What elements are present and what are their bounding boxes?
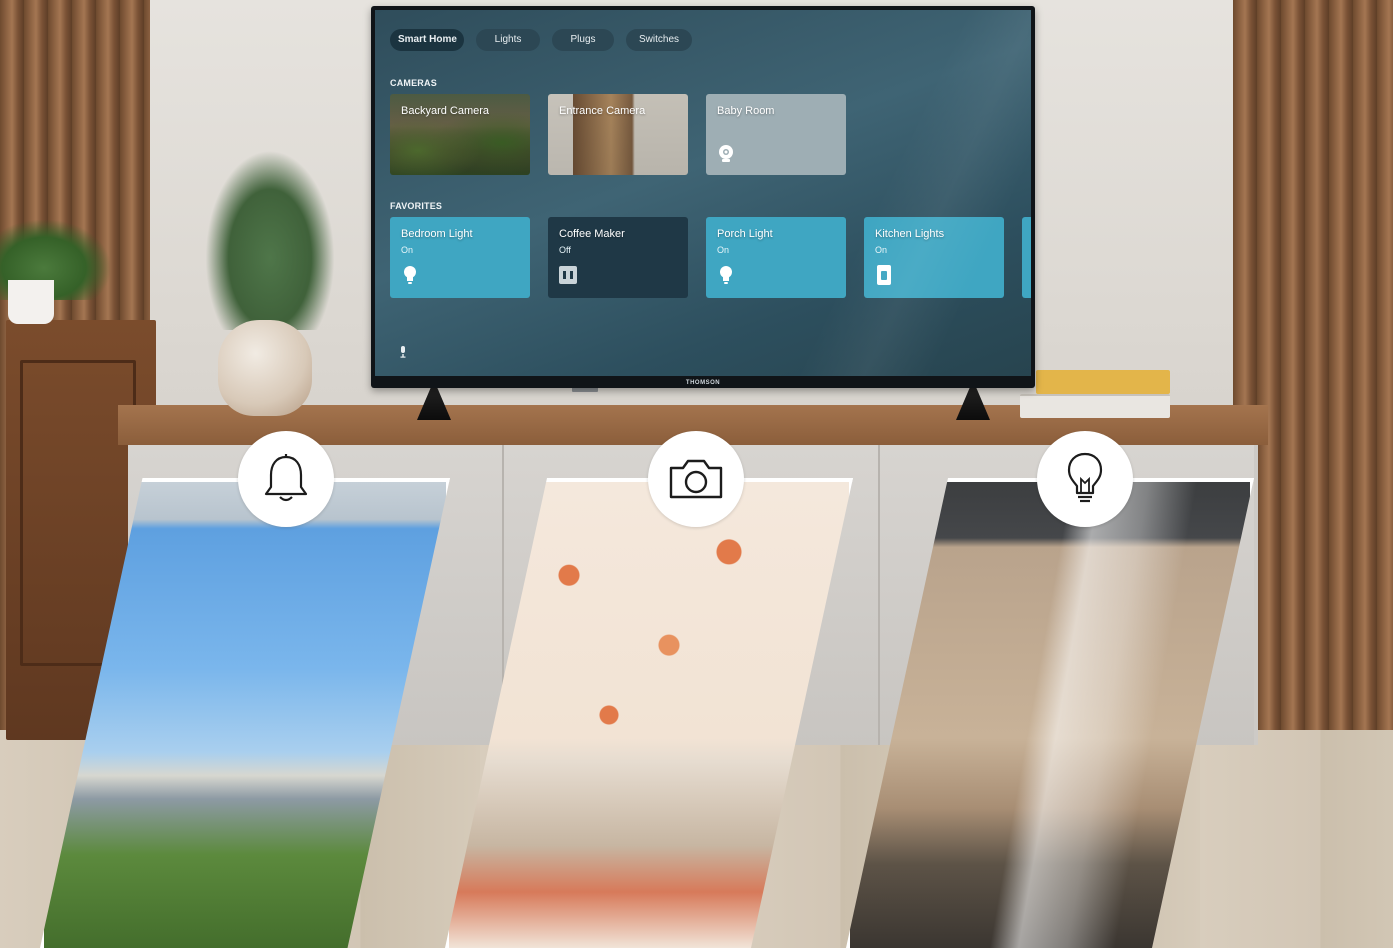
tab-plugs[interactable]: Plugs — [552, 29, 614, 51]
bell-feature-badge — [238, 431, 334, 527]
favorite-tile-coffee-maker[interactable]: Coffee Maker Off — [548, 217, 688, 298]
plant — [205, 150, 335, 330]
favorite-tile-bedroom-light[interactable]: Bedroom Light On — [390, 217, 530, 298]
camera-card-backyard[interactable]: Backyard Camera — [390, 94, 530, 175]
lightbulb-icon — [404, 266, 416, 284]
tab-smart-home[interactable]: Smart Home — [390, 29, 464, 51]
television: Smart Home Lights Plugs Switches CAMERAS… — [371, 6, 1035, 388]
section-favorites-label: FAVORITES — [390, 201, 443, 211]
microphone-icon[interactable] — [399, 346, 407, 358]
camera-feature-badge — [648, 431, 744, 527]
favorite-tile-title: Kitchen Lights — [875, 228, 945, 240]
favorite-tile-status: On — [875, 245, 888, 255]
section-cameras-label: CAMERAS — [390, 78, 437, 88]
lightbulb-icon — [1067, 452, 1103, 503]
favorite-tile-status: On — [401, 245, 414, 255]
tab-bar: Smart Home Lights Plugs Switches — [390, 29, 692, 51]
tab-switches[interactable]: Switches — [626, 29, 692, 51]
camera-card-baby-room[interactable]: Baby Room — [706, 94, 846, 175]
bell-icon — [264, 454, 308, 502]
lightbulb-icon — [720, 266, 732, 284]
tv-brand-logo: THOMSON — [685, 380, 721, 386]
book — [1020, 394, 1170, 418]
book — [1036, 370, 1170, 394]
favorite-tile-status: Off — [559, 245, 571, 255]
camera-card-title: Entrance Camera — [559, 105, 646, 117]
vase — [218, 320, 312, 416]
camera-icon — [669, 459, 723, 499]
left-pot — [8, 280, 54, 324]
favorite-tile-title: Porch Light — [717, 228, 773, 240]
camera-device-icon — [719, 145, 733, 162]
book-stack — [1020, 370, 1170, 418]
plug-icon — [559, 266, 577, 284]
camera-card-title: Baby Room — [717, 105, 775, 117]
favorite-tile-title: Coffee Maker — [559, 228, 625, 240]
favorite-tile-porch-light[interactable]: Porch Light On — [706, 217, 846, 298]
tab-lights[interactable]: Lights — [476, 29, 540, 51]
lightbulb-feature-badge — [1037, 431, 1133, 527]
tv-screen: Smart Home Lights Plugs Switches CAMERAS… — [375, 10, 1031, 376]
favorite-tile-status: On — [717, 245, 730, 255]
favorite-tile-kitchen-lights[interactable]: Kitchen Lights On — [864, 217, 1004, 298]
camera-card-entrance[interactable]: Entrance Camera — [548, 94, 688, 175]
favorite-tile-title: Bedroom Light — [401, 228, 473, 240]
favorite-tile-partial[interactable] — [1022, 217, 1031, 298]
camera-card-title: Backyard Camera — [401, 105, 490, 117]
light-switch-icon — [877, 265, 891, 285]
